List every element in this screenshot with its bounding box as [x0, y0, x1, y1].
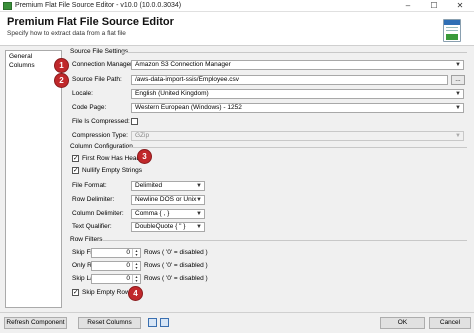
skip-first-hint: Rows ( '0' = disabled )	[144, 249, 208, 256]
sidebar-nav: General Columns	[5, 50, 62, 308]
spinner-arrows-icon[interactable]: ▲ ▼	[132, 262, 140, 270]
nullify-empty-label: Nullify Empty Strings	[82, 167, 142, 174]
row-delimiter-value: Newline DOS or Unix	[135, 196, 197, 203]
only-read-value: 0	[126, 262, 130, 269]
reset-columns-button[interactable]: Reset Columns	[78, 317, 141, 329]
footer-bar: Refresh Component Reset Columns OK Cance…	[0, 312, 474, 333]
file-format-select[interactable]: Delimited ▼	[131, 181, 205, 191]
only-read-hint: Rows ( '0' = disabled )	[144, 262, 208, 269]
code-page-select[interactable]: Western European (Windows) - 1252 ▼	[131, 103, 464, 113]
compression-type-select[interactable]: GZip ▼	[131, 131, 464, 141]
badge-1: 1	[55, 59, 68, 72]
chevron-down-icon: ▼	[196, 224, 202, 230]
chevron-down-icon: ▼	[196, 211, 202, 217]
file-format-value: Delimited	[135, 182, 163, 189]
browse-button[interactable]: ...	[451, 75, 465, 85]
info-icon[interactable]	[160, 318, 169, 327]
chevron-down-icon: ▼	[455, 91, 461, 97]
code-page-label: Code Page:	[72, 104, 107, 111]
text-qualifier-label: Text Qualifier:	[72, 223, 112, 230]
editor-header: Premium Flat File Source Editor Specify …	[0, 12, 474, 46]
row-delimiter-select[interactable]: Newline DOS or Unix ▼	[131, 195, 205, 205]
column-delimiter-select[interactable]: Comma { , } ▼	[131, 209, 205, 219]
file-compressed-label: File Is Compressed:	[72, 118, 130, 125]
help-icon[interactable]	[148, 318, 157, 327]
chevron-down-icon: ▼	[196, 197, 202, 203]
compression-type-label: Compression Type:	[72, 132, 128, 139]
column-config-heading: Column Configuration	[70, 143, 133, 150]
spinner-arrows-icon[interactable]: ▲ ▼	[132, 249, 140, 257]
app-icon	[3, 2, 12, 10]
chevron-down-icon: ▼	[455, 62, 461, 68]
title-bar: Premium Flat File Source Editor - v10.0 …	[0, 0, 474, 12]
badge-3: 3	[138, 150, 151, 163]
header-subtitle: Specify how to extract data from a flat …	[7, 30, 126, 37]
nullify-empty-checkbox[interactable]: ✓	[72, 167, 79, 174]
source-file-path-label: Source File Path:	[72, 76, 122, 83]
refresh-component-button[interactable]: Refresh Component	[4, 317, 67, 329]
column-delimiter-label: Column Delimiter:	[72, 210, 124, 217]
skip-last-hint: Rows ( '0' = disabled )	[144, 275, 208, 282]
skip-last-value: 0	[126, 275, 130, 282]
text-qualifier-value: DoubleQuote { " }	[135, 223, 186, 230]
first-row-header-checkbox[interactable]: ✓	[72, 155, 79, 162]
window-title: Premium Flat File Source Editor - v10.0 …	[15, 2, 182, 9]
source-settings-heading: Source File Settings	[70, 48, 129, 55]
divider	[122, 52, 467, 53]
badge-2: 2	[55, 74, 68, 87]
divider	[103, 240, 467, 241]
file-compressed-checkbox[interactable]	[131, 118, 138, 125]
column-delimiter-value: Comma { , }	[135, 210, 170, 217]
code-page-value: Western European (Windows) - 1252	[135, 104, 242, 111]
skip-empty-rows-checkbox[interactable]: ✓	[72, 289, 79, 296]
first-row-header-label: First Row Has Header	[82, 155, 146, 162]
spinner-arrows-icon[interactable]: ▲ ▼	[132, 275, 140, 283]
minimize-button[interactable]: –	[396, 0, 420, 12]
connection-manager-select[interactable]: Amazon S3 Connection Manager ▼	[131, 60, 464, 70]
chevron-down-icon: ▼	[455, 133, 461, 139]
maximize-button[interactable]: ☐	[422, 0, 446, 12]
chevron-down-icon: ▼	[455, 105, 461, 111]
sidebar-item-columns[interactable]: Columns	[9, 62, 35, 70]
close-button[interactable]: ✕	[448, 0, 472, 12]
text-qualifier-select[interactable]: DoubleQuote { " } ▼	[131, 222, 205, 232]
row-filters-heading: Row Filters	[70, 236, 103, 243]
connection-manager-value: Amazon S3 Connection Manager	[135, 61, 231, 68]
connection-manager-label: Connection Manager:	[72, 61, 135, 68]
divider	[128, 147, 467, 148]
document-icon	[443, 19, 461, 42]
row-delimiter-label: Row Delimiter:	[72, 196, 115, 203]
skip-last-spinner[interactable]: 0 ▲ ▼	[91, 274, 141, 284]
skip-empty-rows-label: Skip Empty Rows	[82, 289, 133, 296]
locale-select[interactable]: English (United Kingdom) ▼	[131, 89, 464, 99]
chevron-down-icon: ▼	[196, 183, 202, 189]
skip-first-value: 0	[126, 249, 130, 256]
skip-first-spinner[interactable]: 0 ▲ ▼	[91, 248, 141, 258]
source-file-path-input[interactable]: /aws-data-import-ssis/Employee.csv	[131, 75, 448, 85]
badge-4: 4	[129, 287, 142, 300]
locale-value: English (United Kingdom)	[135, 90, 209, 97]
header-title: Premium Flat File Source Editor	[7, 16, 174, 28]
cancel-button[interactable]: Cancel	[429, 317, 471, 329]
sidebar-item-general[interactable]: General	[9, 53, 32, 61]
only-read-spinner[interactable]: 0 ▲ ▼	[91, 261, 141, 271]
locale-label: Locale:	[72, 90, 93, 97]
ok-button[interactable]: OK	[380, 317, 425, 329]
file-format-label: File Format:	[72, 182, 107, 189]
compression-type-value: GZip	[135, 132, 150, 139]
